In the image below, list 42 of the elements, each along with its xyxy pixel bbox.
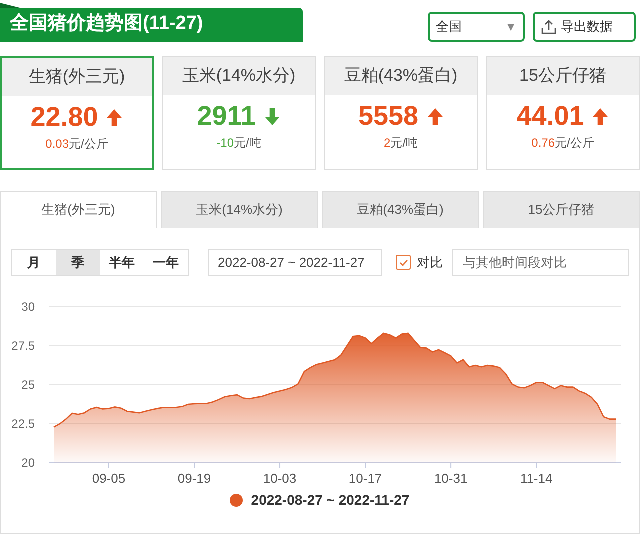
price-card[interactable]: 玉米(14%水分) 2911 -10元/吨 — [162, 56, 316, 170]
export-button[interactable]: 导出数据 — [533, 12, 636, 42]
y-axis-label: 20 — [22, 456, 35, 470]
period-button[interactable]: 季 — [56, 250, 100, 275]
x-axis-label: 10-03 — [263, 471, 297, 486]
category-tab[interactable]: 15公斤仔猪 — [483, 191, 640, 228]
card-title: 生猪(外三元) — [2, 58, 152, 96]
compare-input[interactable]: 与其他时间段对比 — [452, 249, 629, 276]
card-title: 玉米(14%水分) — [163, 57, 316, 95]
date-range-field[interactable]: 2022-08-27 ~ 2022-11-27 — [208, 249, 382, 276]
price-change: -10元/吨 — [216, 135, 262, 152]
legend-label: 2022-08-27 ~ 2022-11-27 — [251, 491, 410, 510]
card-title: 15公斤仔猪 — [487, 57, 640, 95]
upload-icon — [541, 19, 557, 35]
card-title: 豆粕(43%蛋白) — [325, 57, 478, 95]
x-axis-label: 10-31 — [434, 471, 468, 486]
compare-checkbox[interactable] — [396, 255, 411, 270]
x-axis-label: 11-14 — [520, 471, 553, 486]
price-card[interactable]: 生猪(外三元) 22.80 0.03元/公斤 — [0, 56, 154, 170]
x-axis-label: 10-17 — [348, 471, 382, 486]
x-axis-label: 09-19 — [178, 471, 212, 486]
price-value: 22.80 — [30, 104, 98, 131]
y-axis-label: 25 — [22, 378, 35, 392]
price-card[interactable]: 15公斤仔猪 44.01 0.76元/公斤 — [486, 56, 640, 170]
x-axis-label: 09-05 — [92, 471, 126, 486]
ribbon-fold — [0, 3, 20, 8]
category-tab[interactable]: 豆粕(43%蛋白) — [322, 191, 479, 228]
y-axis-label: 30 — [22, 300, 35, 314]
price-change: 0.03元/公斤 — [44, 136, 110, 153]
category-tab[interactable]: 生猪(外三元) — [0, 191, 157, 228]
price-card[interactable]: 豆粕(43%蛋白) 5558 2元/吨 — [324, 56, 478, 170]
checkmark-icon — [398, 258, 408, 268]
region-select[interactable]: 全国 ▼ — [428, 12, 525, 42]
price-change: 0.76元/公斤 — [530, 135, 596, 152]
y-axis-label: 22.5 — [12, 417, 35, 431]
category-tab[interactable]: 玉米(14%水分) — [161, 191, 318, 228]
price-change: 2元/吨 — [383, 135, 420, 152]
y-axis-label: 27.5 — [12, 339, 35, 353]
price-value: 2911 — [197, 103, 256, 130]
price-value: 5558 — [358, 103, 419, 130]
compare-label: 对比 — [417, 254, 443, 272]
price-value: 44.01 — [516, 103, 584, 130]
